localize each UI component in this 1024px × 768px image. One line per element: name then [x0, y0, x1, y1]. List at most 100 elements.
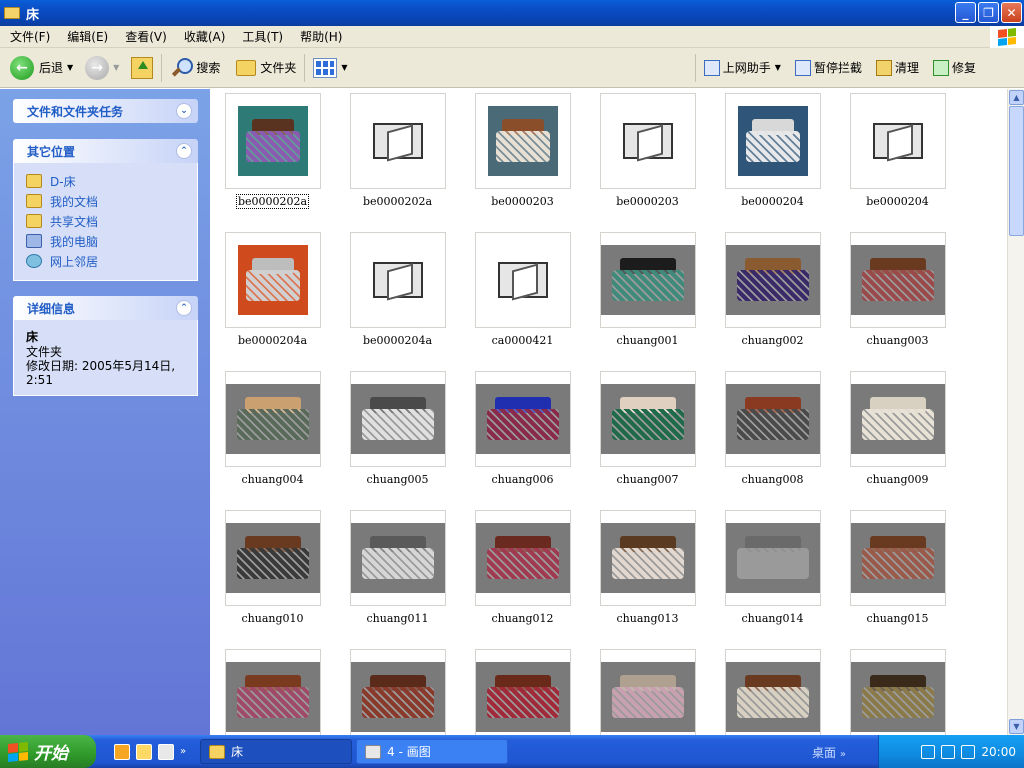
- file-item[interactable]: chuang014: [710, 506, 835, 645]
- help-icon[interactable]: [941, 744, 956, 759]
- file-item[interactable]: chuang011: [335, 506, 460, 645]
- vertical-scrollbar[interactable]: ▲ ▼: [1007, 89, 1024, 735]
- file-thumbnail[interactable]: [725, 371, 821, 467]
- file-item[interactable]: chuang008: [710, 367, 835, 506]
- file-thumbnail[interactable]: [225, 371, 321, 467]
- taskbar-button-folder[interactable]: 床: [200, 739, 353, 764]
- pause-block-button[interactable]: 暂停拦截: [791, 52, 866, 84]
- file-item[interactable]: be0000202a: [210, 89, 335, 228]
- file-item[interactable]: chuang005: [335, 367, 460, 506]
- file-thumbnail[interactable]: [350, 371, 446, 467]
- place-link[interactable]: 网上邻居: [26, 251, 187, 271]
- file-thumbnail[interactable]: [600, 371, 696, 467]
- file-thumbnail[interactable]: [725, 649, 821, 735]
- file-thumbnail[interactable]: [850, 232, 946, 328]
- views-button[interactable]: ▼: [309, 52, 351, 84]
- file-item[interactable]: be0000203: [460, 89, 585, 228]
- taskbar-button-paint[interactable]: 4 - 画图: [356, 739, 509, 764]
- file-thumbnail[interactable]: [475, 649, 571, 735]
- up-folder-button[interactable]: [127, 52, 157, 84]
- forward-button[interactable]: → ▼: [81, 52, 123, 84]
- chevron-right-icon[interactable]: »: [180, 746, 186, 757]
- file-item[interactable]: chuang001: [585, 228, 710, 367]
- title-bar[interactable]: 床 _ ❐ ✕: [0, 0, 1024, 26]
- minimize-button[interactable]: _: [955, 2, 976, 23]
- file-thumbnail[interactable]: [225, 510, 321, 606]
- file-item[interactable]: chuang003: [835, 228, 960, 367]
- maximize-button[interactable]: ❐: [978, 2, 999, 23]
- scroll-down-button[interactable]: ▼: [1009, 719, 1024, 734]
- expand-icon[interactable]: ⌄: [176, 103, 192, 119]
- file-thumbnail[interactable]: [350, 232, 446, 328]
- file-thumbnail[interactable]: [600, 93, 696, 189]
- chevron-down-icon[interactable]: ▼: [67, 63, 73, 72]
- keyboard-icon[interactable]: [921, 744, 936, 759]
- file-item[interactable]: chuang015: [835, 506, 960, 645]
- file-item[interactable]: be0000203: [585, 89, 710, 228]
- menu-view[interactable]: 查看(V): [115, 28, 174, 45]
- file-item[interactable]: chuang002: [710, 228, 835, 367]
- place-link[interactable]: 我的文档: [26, 191, 187, 211]
- chevron-down-icon[interactable]: ▼: [113, 63, 119, 72]
- scroll-thumb[interactable]: [1009, 106, 1024, 236]
- file-item[interactable]: [210, 645, 335, 735]
- file-thumbnail[interactable]: [600, 649, 696, 735]
- paint-icon[interactable]: [158, 743, 174, 760]
- menu-edit[interactable]: 编辑(E): [57, 28, 115, 45]
- menu-favorites[interactable]: 收藏(A): [174, 28, 233, 45]
- file-item[interactable]: be0000204: [835, 89, 960, 228]
- file-thumbnail[interactable]: [725, 232, 821, 328]
- file-item[interactable]: ca0000421: [460, 228, 585, 367]
- file-thumbnail[interactable]: [350, 510, 446, 606]
- browser-icon[interactable]: [136, 743, 152, 760]
- scroll-up-button[interactable]: ▲: [1009, 90, 1024, 105]
- file-item[interactable]: [335, 645, 460, 735]
- file-item[interactable]: chuang004: [210, 367, 335, 506]
- file-item[interactable]: chuang012: [460, 506, 585, 645]
- clean-button[interactable]: 清理: [872, 52, 923, 84]
- menu-tools[interactable]: 工具(T): [232, 28, 290, 45]
- file-thumbnail[interactable]: [850, 510, 946, 606]
- file-thumbnail[interactable]: [600, 232, 696, 328]
- place-link[interactable]: 我的电脑: [26, 231, 187, 251]
- file-thumbnail[interactable]: [475, 371, 571, 467]
- file-thumbnail[interactable]: [225, 649, 321, 735]
- repair-button[interactable]: 修复: [929, 52, 980, 84]
- file-thumbnail[interactable]: [600, 510, 696, 606]
- details-header[interactable]: 详细信息 ⌃: [13, 296, 198, 320]
- file-item[interactable]: be0000204a: [210, 228, 335, 367]
- file-item[interactable]: [710, 645, 835, 735]
- file-thumbnail[interactable]: [475, 232, 571, 328]
- file-item[interactable]: chuang007: [585, 367, 710, 506]
- folders-button[interactable]: 文件夹: [232, 52, 300, 84]
- file-thumbnail[interactable]: [225, 232, 321, 328]
- chevron-down-icon[interactable]: ▼: [775, 63, 781, 72]
- search-button[interactable]: 搜索: [166, 52, 224, 84]
- close-button[interactable]: ✕: [1001, 2, 1022, 23]
- file-thumbnail[interactable]: [725, 510, 821, 606]
- chevron-down-icon[interactable]: ▼: [341, 63, 347, 72]
- assist-button[interactable]: 上网助手 ▼: [700, 52, 785, 84]
- file-item[interactable]: chuang013: [585, 506, 710, 645]
- file-item[interactable]: [585, 645, 710, 735]
- other-places-header[interactable]: 其它位置 ⌃: [13, 139, 198, 163]
- file-thumbnail[interactable]: [850, 649, 946, 735]
- back-button[interactable]: ← 后退 ▼: [6, 52, 77, 84]
- start-button[interactable]: 开始: [0, 735, 96, 768]
- file-item[interactable]: [460, 645, 585, 735]
- file-thumbnail[interactable]: [350, 93, 446, 189]
- file-item[interactable]: be0000202a: [335, 89, 460, 228]
- clock[interactable]: 20:00: [981, 745, 1016, 759]
- file-item[interactable]: be0000204: [710, 89, 835, 228]
- place-link[interactable]: 共享文档: [26, 211, 187, 231]
- file-item[interactable]: chuang006: [460, 367, 585, 506]
- collapse-icon[interactable]: ⌃: [176, 300, 192, 316]
- file-thumbnail[interactable]: [725, 93, 821, 189]
- tasks-header[interactable]: 文件和文件夹任务 ⌄: [13, 99, 198, 123]
- collapse-icon[interactable]: ⌃: [176, 143, 192, 159]
- file-item[interactable]: chuang010: [210, 506, 335, 645]
- place-link[interactable]: D-床: [26, 171, 187, 191]
- menu-file[interactable]: 文件(F): [0, 28, 57, 45]
- file-thumbnail[interactable]: [475, 510, 571, 606]
- file-thumbnail[interactable]: [350, 649, 446, 735]
